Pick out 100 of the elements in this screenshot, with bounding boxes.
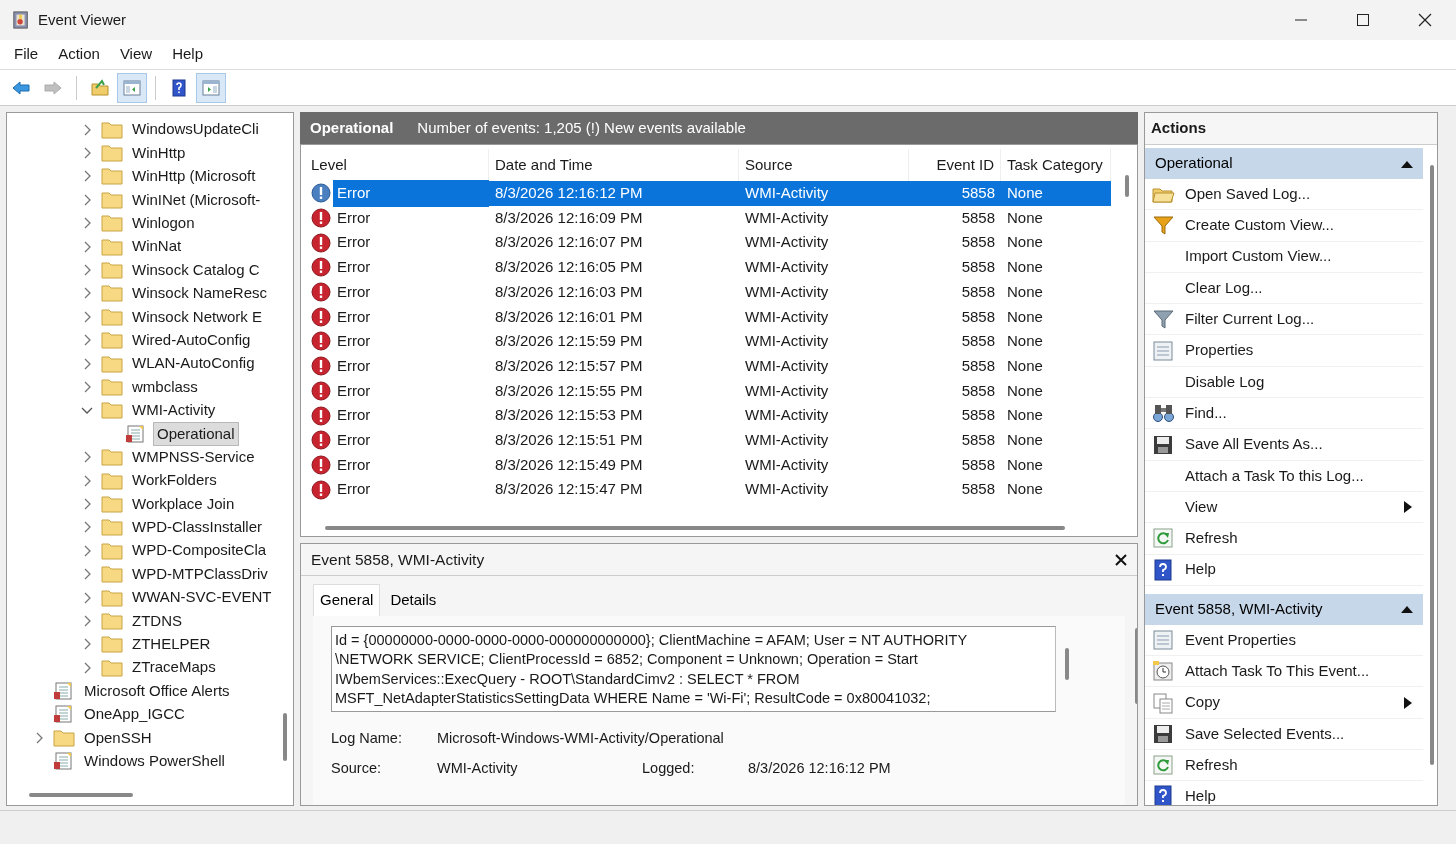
tree-item[interactable]: WLAN-AutoConfig — [129, 352, 258, 375]
folder-icon — [101, 635, 123, 654]
folder-icon — [101, 307, 123, 326]
folder-icon — [101, 378, 123, 396]
pane-command[interactable]: Import Custom View... — [1145, 241, 1423, 273]
folder-icon — [101, 565, 123, 584]
pane-command[interactable]: Properties — [1145, 335, 1423, 367]
tree-item[interactable]: wmbclass — [129, 375, 201, 399]
tree-item[interactable]: ZTDNS — [129, 609, 185, 633]
error-icon — [311, 405, 331, 426]
scrollbar[interactable] — [325, 526, 1065, 530]
pane-command[interactable]: Create Custom View... — [1145, 210, 1423, 242]
menu-item[interactable]: View — [109, 43, 163, 66]
table-cell-text: WMI-Activity — [744, 331, 830, 352]
field-label: Log Name: — [331, 728, 403, 748]
table-cell: Error — [305, 230, 489, 256]
table-cell: Error — [305, 452, 489, 478]
pane-command[interactable]: Disable Log — [1145, 366, 1423, 399]
scrollbar[interactable] — [1065, 647, 1069, 680]
tree-item[interactable]: OpenSSH — [81, 726, 155, 750]
menu-item[interactable]: Action — [48, 43, 110, 66]
table-cell: Error — [305, 255, 489, 280]
funnel-icon — [1151, 308, 1175, 331]
tree-item[interactable]: Microsoft Office Alerts — [81, 679, 233, 703]
tree-item[interactable]: Operational — [153, 421, 239, 447]
tab[interactable]: Details — [384, 584, 443, 616]
table-cell: Error — [305, 329, 489, 354]
tree-item[interactable]: WMPNSS-Service — [129, 445, 258, 469]
tree-item[interactable]: WinHttp — [129, 141, 189, 165]
tree-item[interactable]: WMI-Activity — [129, 399, 219, 422]
pane-command[interactable]: Event Properties — [1145, 624, 1423, 657]
pane-command[interactable]: Refresh — [1145, 750, 1423, 782]
table-cell: Error — [305, 477, 489, 502]
section-header[interactable]: Operational — [1145, 148, 1423, 179]
pane-command[interactable]: Save All Events As... — [1145, 429, 1423, 461]
tree-item[interactable]: Windows PowerShell — [81, 750, 228, 773]
tree-item[interactable]: Winsock Network E — [129, 305, 266, 329]
close-icon[interactable] — [1115, 553, 1127, 566]
table-cell-text: 8/3/2026 12:16:05 PM — [494, 257, 644, 278]
table-cell-text: 8/3/2026 12:15:51 PM — [494, 429, 644, 450]
folder-icon — [101, 284, 123, 303]
tree-item[interactable]: ZTraceMaps — [129, 656, 219, 679]
tree-item[interactable]: Winlogon — [129, 212, 198, 235]
pane-command[interactable]: Filter Current Log... — [1145, 304, 1423, 336]
folder-icon — [101, 518, 123, 537]
pane-command[interactable]: Help — [1145, 554, 1423, 586]
folder-icon — [53, 728, 75, 747]
pane-command[interactable]: Save Selected Events... — [1145, 718, 1423, 751]
tree-item[interactable]: WPD-CompositeCla — [129, 539, 270, 562]
scrollbar[interactable] — [1125, 175, 1129, 197]
table-cell-text: 5858 — [960, 257, 996, 278]
error-icon — [311, 208, 331, 229]
pane-command[interactable]: Attach Task To This Event... — [1145, 656, 1423, 688]
menu-item[interactable]: Help — [162, 43, 213, 66]
table-cell-text: WMI-Activity — [744, 380, 830, 401]
scrollbar[interactable] — [1430, 165, 1434, 765]
section-header[interactable]: Event 5858, WMI-Activity — [1145, 593, 1423, 625]
tree-item[interactable]: Wired-AutoConfig — [129, 328, 254, 352]
tree-item[interactable]: OneApp_IGCC — [81, 703, 188, 726]
table-cell-text: 8/3/2026 12:15:47 PM — [494, 479, 644, 500]
error-icon — [311, 306, 331, 327]
event-count: Number of events: 1,205 (!) New events available — [417, 117, 746, 138]
table-cell-text: None — [1006, 281, 1044, 302]
tree-item[interactable]: Winsock NameResc — [129, 282, 271, 305]
pane-command[interactable]: Open Saved Log... — [1145, 179, 1423, 211]
folder-icon — [101, 331, 123, 350]
log-icon — [53, 682, 75, 701]
tree-item[interactable]: Winsock Catalog C — [129, 258, 263, 282]
tree-item[interactable]: WinHttp (Microsoft — [129, 165, 259, 188]
folder-icon — [101, 214, 123, 233]
tree-item[interactable]: WPD-ClassInstaller — [129, 516, 266, 539]
tree-item[interactable]: WinINet (Microsoft- — [129, 188, 264, 212]
log-icon — [53, 752, 75, 771]
collapse-triangle-icon — [1401, 605, 1413, 614]
pane-command[interactable]: Clear Log... — [1145, 272, 1423, 305]
scrollbar[interactable] — [283, 713, 287, 761]
tree-item[interactable]: WorkFolders — [129, 469, 220, 492]
scrollbar[interactable] — [29, 793, 133, 797]
tree-item[interactable]: WWAN-SVC-EVENT — [129, 586, 275, 609]
pane-command[interactable]: Find... — [1145, 398, 1423, 430]
error-icon — [311, 232, 331, 253]
pane-command[interactable]: Copy — [1145, 687, 1423, 719]
table-cell-text: 5858 — [960, 380, 996, 401]
tab[interactable]: General — [313, 584, 381, 616]
pane-command[interactable]: View — [1145, 491, 1423, 524]
table-cell-text: None — [1006, 479, 1044, 500]
tree-item[interactable]: WinNat — [129, 235, 185, 258]
pane-command[interactable]: Refresh — [1145, 523, 1423, 555]
pane-command[interactable]: Attach a Task To this Log... — [1145, 460, 1423, 492]
menu-item[interactable]: File — [4, 43, 49, 66]
table-cell-text: WMI-Activity — [744, 257, 830, 278]
app-icon — [12, 10, 30, 30]
tree-item[interactable]: WindowsUpdateCli — [129, 118, 262, 141]
table-cell-text: 5858 — [960, 306, 996, 327]
tree-item[interactable]: WPD-MTPClassDriv — [129, 562, 271, 586]
folder-icon — [101, 588, 123, 607]
table-cell-text: 5858 — [960, 207, 996, 228]
tree-item[interactable]: ZTHELPER — [129, 633, 214, 656]
tree-item[interactable]: Workplace Join — [129, 492, 238, 516]
table-cell-text: 8/3/2026 12:15:53 PM — [494, 405, 644, 426]
